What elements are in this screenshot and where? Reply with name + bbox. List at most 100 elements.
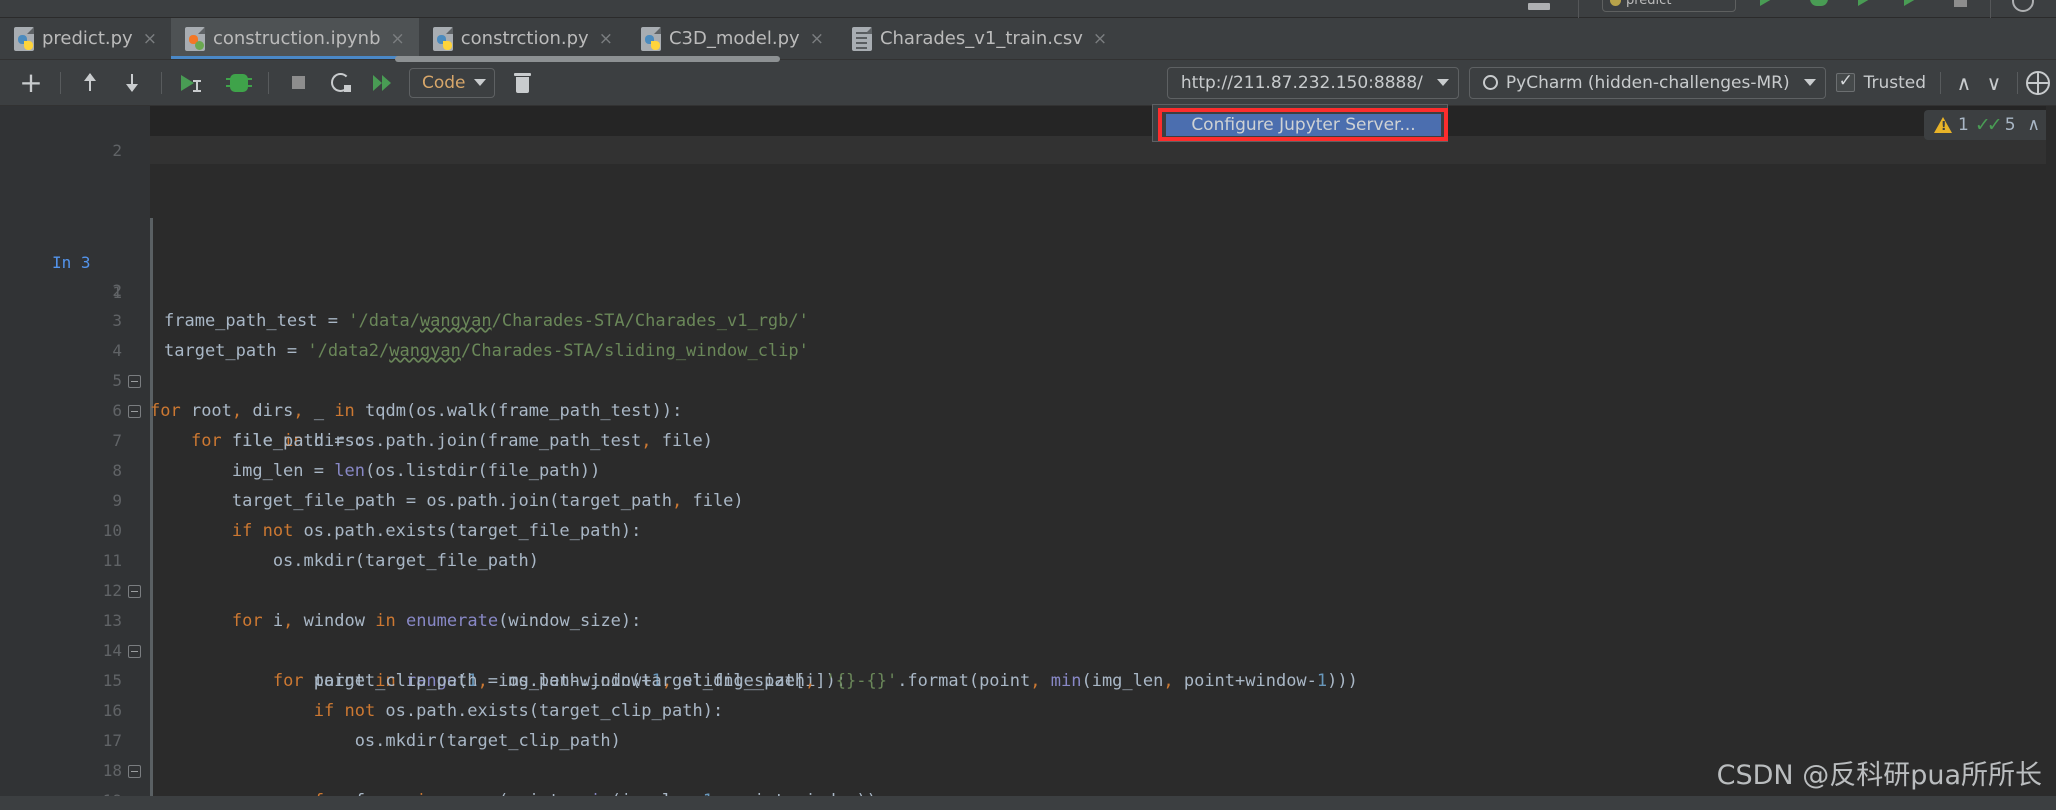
add-cell-button[interactable]: + bbox=[14, 66, 48, 100]
chevron-down-icon bbox=[1436, 79, 1449, 86]
coverage-icon[interactable] bbox=[1858, 0, 1870, 6]
next-cell-button[interactable]: ∨ bbox=[1979, 68, 2009, 98]
code-line: 4 for root, dirs, _ in tqdm(os.walk(fram… bbox=[0, 306, 2056, 421]
python-file-icon bbox=[640, 26, 661, 51]
cell-gap bbox=[0, 164, 2056, 218]
kernel-select[interactable]: PyCharm (hidden-challenges-MR) bbox=[1468, 66, 1826, 99]
warning-count: 1 bbox=[1958, 115, 1969, 135]
toolbar-divider-2 bbox=[1990, 0, 1991, 18]
vertical-scrollbar[interactable] bbox=[2046, 106, 2056, 810]
tab-label: constrction.py bbox=[460, 28, 589, 49]
chevron-down-icon bbox=[1803, 79, 1816, 86]
inspections-widget[interactable]: 1 ✓✓ 5 ∧ bbox=[1924, 110, 2050, 140]
toolbar-divider bbox=[268, 71, 269, 94]
minimize-icon[interactable] bbox=[1528, 3, 1550, 13]
weak-warning-count: 5 bbox=[2004, 115, 2016, 135]
jupyter-server-url: http://211.87.232.150:8888/ bbox=[1180, 72, 1423, 93]
code-line: 5 for file in dirs: bbox=[0, 336, 2056, 451]
code-line: In 3 1 bbox=[0, 218, 2056, 302]
stop-square-icon bbox=[291, 76, 305, 89]
code-line: 18 bbox=[0, 726, 2056, 780]
profile-icon[interactable] bbox=[1904, 0, 1916, 6]
tab-label: C3D_model.py bbox=[668, 28, 800, 49]
trusted-toggle[interactable]: Trusted bbox=[1835, 71, 1926, 93]
tab-label: predict.py bbox=[42, 28, 133, 49]
run-icon[interactable] bbox=[1760, 0, 1772, 6]
code-line: 11 for i, window in enumerate(window_siz… bbox=[0, 516, 2056, 631]
toolbar-divider bbox=[1578, 0, 1579, 18]
cell-type-label: Code bbox=[422, 72, 466, 93]
arrow-down-icon bbox=[126, 74, 138, 92]
restart-icon bbox=[330, 73, 351, 92]
code-line: 3 target_path = '/data2/wangyan/Charades… bbox=[0, 276, 2056, 361]
code-line: 8 target_file_path = os.path.join(target… bbox=[0, 426, 2056, 511]
code-line: 2 window_size = [64, 128, 256, 512] bbox=[0, 106, 2056, 191]
watermark-text: CSDN @反科研pua所所长 bbox=[1716, 760, 2042, 791]
tab-constrction-py[interactable]: constrction.py × bbox=[419, 18, 627, 59]
open-in-browser-icon[interactable] bbox=[2026, 70, 2050, 95]
chevron-down-icon bbox=[474, 79, 486, 86]
previous-cell-button[interactable]: ∧ bbox=[1949, 68, 1979, 98]
warning-icon bbox=[1934, 117, 1953, 133]
code-line: 10 os.mkdir(target_file_path) bbox=[0, 486, 2056, 571]
status-bar bbox=[0, 796, 2056, 810]
cell-type-select[interactable]: Code bbox=[409, 67, 495, 98]
code-line: 16 os.mkdir(target_clip_path) bbox=[0, 666, 2056, 751]
code-line: 13 for point in range(1, img_len-window+… bbox=[0, 576, 2056, 691]
trusted-checkbox[interactable] bbox=[1835, 71, 1855, 92]
code-line: 2 frame_path_test = '/data/wangyan/Chara… bbox=[0, 246, 2056, 331]
run-cell-button[interactable] bbox=[174, 66, 214, 100]
collapse-inspections-icon[interactable]: ∧ bbox=[2028, 115, 2040, 135]
code-line: 6 file_path = os.path.join(frame_path_te… bbox=[0, 366, 2056, 451]
editor-tab-bar: predict.py × construction.ipynb × constr… bbox=[0, 18, 2056, 60]
python-file-icon bbox=[432, 26, 453, 51]
run-all-cells-button[interactable] bbox=[365, 66, 399, 100]
notebook-file-icon bbox=[184, 26, 205, 51]
tab-construction-ipynb[interactable]: construction.ipynb × bbox=[170, 18, 419, 59]
notebook-toolbar: + Code http://211.87.232.150:8888/ PyCha… bbox=[0, 60, 2056, 106]
search-icon[interactable] bbox=[2012, 0, 2034, 12]
tab-close-icon[interactable]: × bbox=[391, 29, 405, 49]
trash-icon bbox=[513, 72, 531, 93]
tab-close-icon[interactable]: × bbox=[143, 29, 157, 49]
code-line: 15 if not os.path.exists(target_clip_pat… bbox=[0, 636, 2056, 721]
restart-kernel-button[interactable] bbox=[323, 66, 357, 100]
kernel-label: PyCharm (hidden-challenges-MR) bbox=[1505, 72, 1790, 93]
run-configuration-label: predict bbox=[1626, 0, 1672, 8]
lock-icon bbox=[1610, 0, 1621, 6]
debug-icon[interactable] bbox=[1810, 0, 1832, 9]
main-toolbar-strip: predict bbox=[0, 0, 2056, 18]
tab-close-icon[interactable]: × bbox=[599, 29, 613, 49]
code-line: 12 bbox=[0, 546, 2056, 600]
toolbar-divider bbox=[161, 71, 162, 94]
code-line: 14 target_clip_path = os.path.join(targe… bbox=[0, 606, 2056, 691]
tab-close-icon[interactable]: × bbox=[1093, 29, 1107, 49]
tab-c3d-model-py[interactable]: C3D_model.py × bbox=[627, 18, 838, 59]
code-line: 17 for frame in range(point, min(img_len… bbox=[0, 696, 2056, 810]
horizontal-scrollbar[interactable] bbox=[395, 56, 780, 62]
tab-label: Charades_v1_train.csv bbox=[879, 28, 1083, 49]
jupyter-server-select[interactable]: http://211.87.232.150:8888/ bbox=[1166, 66, 1459, 99]
stop-icon[interactable] bbox=[1954, 0, 1967, 7]
python-file-icon bbox=[14, 26, 34, 51]
delete-cell-button[interactable] bbox=[505, 66, 539, 100]
tab-close-icon[interactable]: × bbox=[810, 29, 824, 49]
trusted-label: Trusted bbox=[1863, 72, 1926, 93]
arrow-up-icon bbox=[84, 73, 96, 91]
tab-label: construction.ipynb bbox=[212, 28, 381, 49]
run-configuration-selector[interactable]: predict bbox=[1602, 0, 1736, 12]
notebook-editor: 2 window_size = [64, 128, 256, 512] 3 sl… bbox=[0, 106, 2056, 810]
bug-icon bbox=[226, 73, 252, 92]
weak-warning-icon: ✓✓ bbox=[1974, 114, 2003, 136]
csv-file-icon bbox=[851, 26, 872, 51]
interrupt-kernel-button[interactable] bbox=[281, 66, 315, 100]
debug-cell-button[interactable] bbox=[222, 66, 256, 100]
toolbar-divider bbox=[1940, 71, 1941, 94]
code-line: 9 if not os.path.exists(target_file_path… bbox=[0, 456, 2056, 541]
toolbar-divider bbox=[2017, 71, 2018, 94]
tab-predict-py[interactable]: predict.py × bbox=[0, 18, 171, 59]
tab-charades-csv[interactable]: Charades_v1_train.csv × bbox=[838, 18, 1121, 59]
move-cell-up-button[interactable] bbox=[73, 66, 107, 100]
code-line: 7 img_len = len(os.listdir(file_path)) bbox=[0, 396, 2056, 481]
move-cell-down-button[interactable] bbox=[115, 66, 149, 100]
